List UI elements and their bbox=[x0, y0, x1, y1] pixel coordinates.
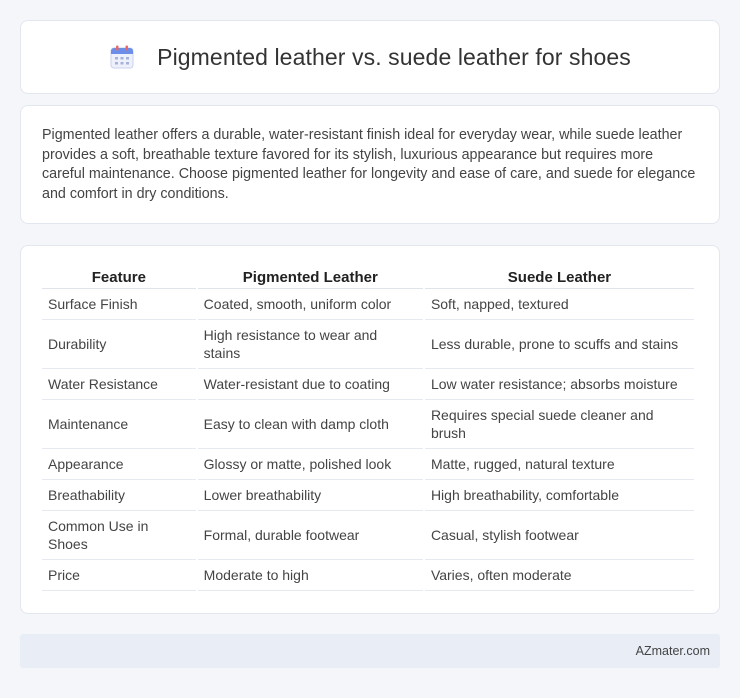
table-cell: Water Resistance bbox=[42, 369, 196, 400]
table-cell: Durability bbox=[42, 320, 196, 369]
calendar-icon bbox=[110, 45, 134, 69]
table-cell: Varies, often moderate bbox=[424, 560, 694, 591]
table-cell: Lower breathability bbox=[197, 480, 423, 511]
table-cell: Casual, stylish footwear bbox=[424, 511, 694, 560]
column-header-suede: Suede Leather bbox=[424, 266, 694, 289]
table-cell: Glossy or matte, polished look bbox=[197, 449, 423, 480]
table-header-row: Feature Pigmented Leather Suede Leather bbox=[42, 266, 694, 289]
footer-brand[interactable]: AZmater.com bbox=[636, 644, 710, 658]
table-cell: Formal, durable footwear bbox=[197, 511, 423, 560]
table-row: Water Resistance Water-resistant due to … bbox=[42, 369, 694, 400]
table-row: Common Use in Shoes Formal, durable foot… bbox=[42, 511, 694, 560]
title-card: Pigmented leather vs. suede leather for … bbox=[20, 20, 720, 94]
column-header-feature: Feature bbox=[42, 266, 196, 289]
table-cell: Soft, napped, textured bbox=[424, 289, 694, 320]
table-cell: High resistance to wear and stains bbox=[197, 320, 423, 369]
summary-text: Pigmented leather offers a durable, wate… bbox=[42, 127, 696, 202]
footer: AZmater.com bbox=[20, 634, 720, 668]
table-row: Breathability Lower breathability High b… bbox=[42, 480, 694, 511]
table-row: Durability High resistance to wear and s… bbox=[42, 320, 694, 369]
column-header-pigmented: Pigmented Leather bbox=[197, 266, 423, 289]
table-cell: Low water resistance; absorbs moisture bbox=[424, 369, 694, 400]
page-title: Pigmented leather vs. suede leather for … bbox=[157, 43, 631, 70]
table-cell: Easy to clean with damp cloth bbox=[197, 400, 423, 449]
summary-card: Pigmented leather offers a durable, wate… bbox=[20, 105, 720, 224]
comparison-table-card: Feature Pigmented Leather Suede Leather … bbox=[20, 245, 720, 614]
table-cell: Surface Finish bbox=[42, 289, 196, 320]
table-cell: Price bbox=[42, 560, 196, 591]
table-row: Maintenance Easy to clean with damp clot… bbox=[42, 400, 694, 449]
table-cell: Less durable, prone to scuffs and stains bbox=[424, 320, 694, 369]
table-row: Surface Finish Coated, smooth, uniform c… bbox=[42, 289, 694, 320]
table-cell: Common Use in Shoes bbox=[42, 511, 196, 560]
table-row: Price Moderate to high Varies, often mod… bbox=[42, 560, 694, 591]
comparison-table: Feature Pigmented Leather Suede Leather … bbox=[40, 266, 696, 591]
table-cell: Requires special suede cleaner and brush bbox=[424, 400, 694, 449]
table-cell: Coated, smooth, uniform color bbox=[197, 289, 423, 320]
table-cell: Appearance bbox=[42, 449, 196, 480]
table-cell: Matte, rugged, natural texture bbox=[424, 449, 694, 480]
table-cell: Maintenance bbox=[42, 400, 196, 449]
table-row: Appearance Glossy or matte, polished loo… bbox=[42, 449, 694, 480]
table-cell: Water-resistant due to coating bbox=[197, 369, 423, 400]
table-cell: High breathability, comfortable bbox=[424, 480, 694, 511]
table-cell: Moderate to high bbox=[197, 560, 423, 591]
table-cell: Breathability bbox=[42, 480, 196, 511]
